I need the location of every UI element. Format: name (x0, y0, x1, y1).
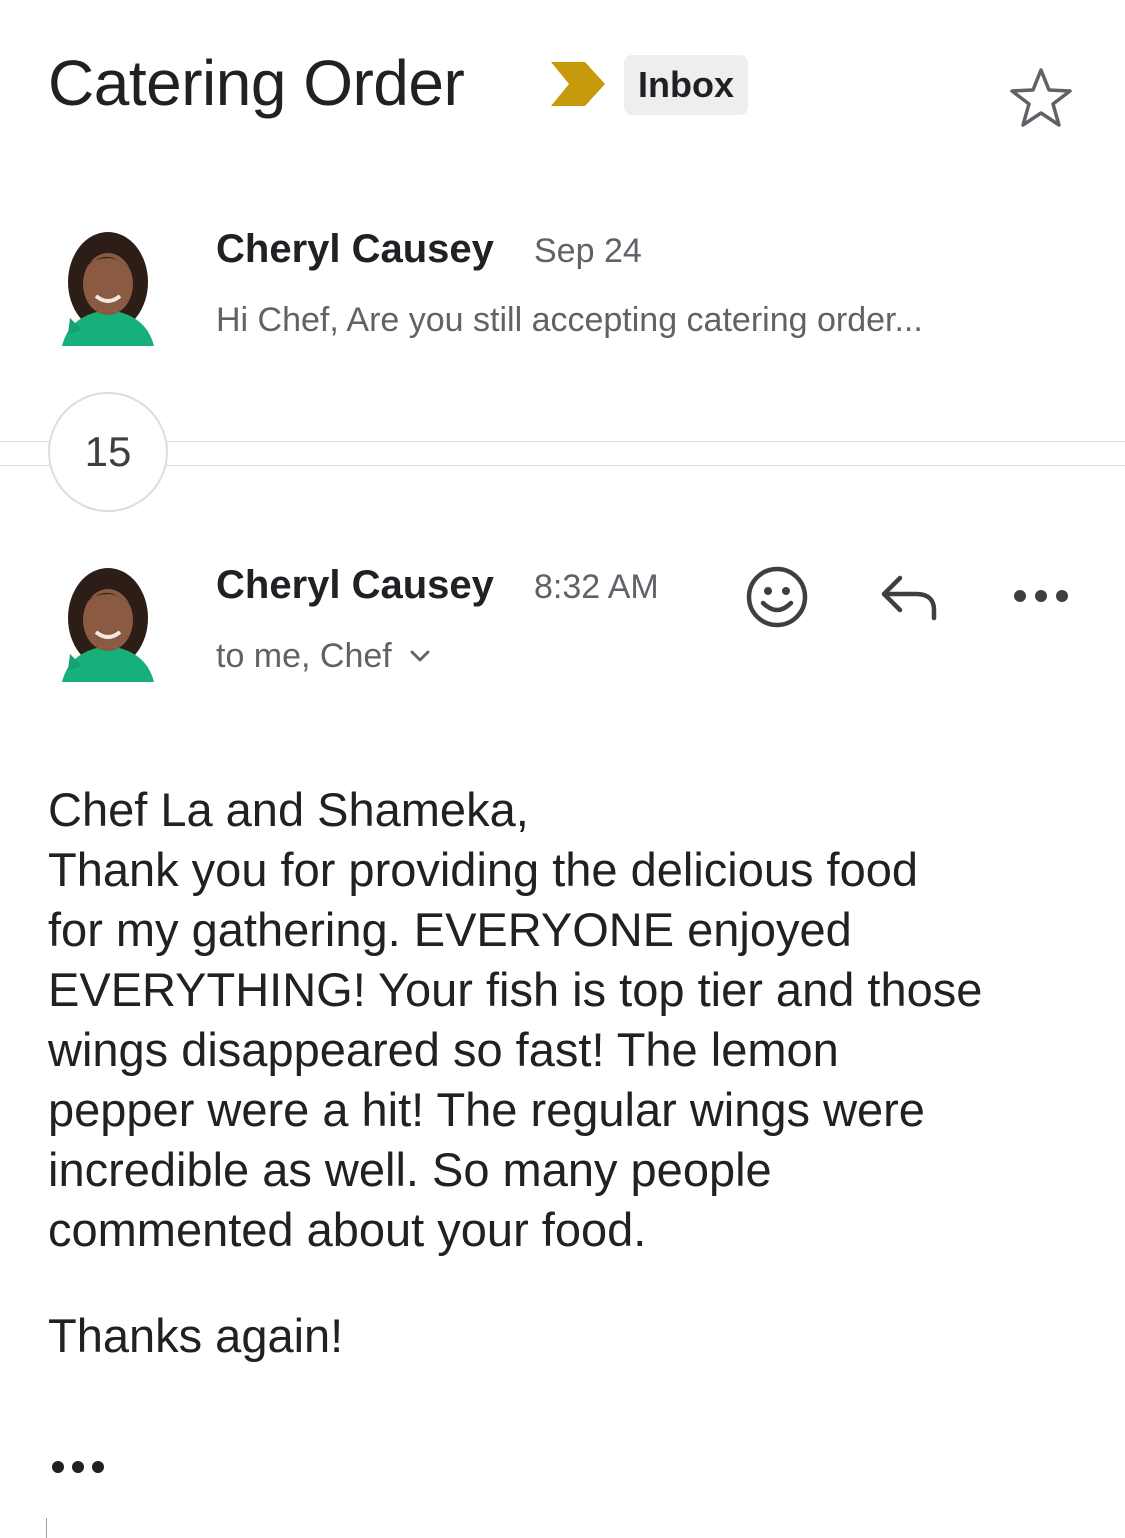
collapsed-count-label: 15 (84, 428, 132, 475)
body-line: for my gathering. EVERYONE enjoyed (48, 903, 852, 956)
first-message-sender: Cheryl Causey (216, 227, 494, 271)
star-outline-icon[interactable] (1008, 66, 1074, 130)
first-message-snippet[interactable]: Hi Chef, Are you still accepting caterin… (216, 298, 923, 342)
recipients-text: to me, Chef (216, 637, 392, 675)
body-line: Chef La and Shameka, (48, 783, 529, 836)
message-body: Chef La and Shameka, Thank you for provi… (48, 780, 1088, 1366)
body-line: Thank you for providing the delicious fo… (48, 843, 919, 896)
recipients-toggle[interactable]: to me, Chef (216, 634, 434, 678)
inbox-label-badge[interactable]: Inbox (624, 55, 748, 115)
body-line: wings disappeared so fast! The lemon (48, 1023, 839, 1076)
body-line: EVERYTHING! Your fish is top tier and th… (48, 963, 983, 1016)
importance-marker-icon[interactable] (549, 62, 605, 106)
first-message-date: Sep 24 (534, 232, 642, 270)
first-message-avatar-wrapper[interactable] (50, 222, 158, 351)
show-trimmed-content-icon[interactable] (50, 1450, 106, 1484)
reply-icon[interactable] (876, 570, 942, 624)
chevron-down-icon (410, 650, 430, 662)
divider-line-bottom (0, 465, 1125, 466)
latest-message-time: 8:32 AM (534, 568, 659, 606)
more-options-icon[interactable] (1010, 584, 1072, 608)
divider-line-top (0, 441, 1125, 442)
thread-subject: Catering Order (48, 47, 465, 119)
latest-message-avatar-wrapper[interactable] (50, 558, 158, 687)
avatar[interactable] (50, 222, 158, 346)
body-line: pepper were a hit! The regular wings wer… (48, 1083, 925, 1136)
body-line: commented about your food. (48, 1203, 647, 1256)
emoji-reaction-icon[interactable] (744, 564, 810, 630)
avatar[interactable] (50, 558, 158, 682)
collapsed-messages-count[interactable]: 15 (48, 392, 168, 512)
body-signoff: Thanks again! (48, 1309, 344, 1362)
latest-message-sender: Cheryl Causey (216, 563, 494, 607)
text-cursor (46, 1518, 47, 1538)
body-line: incredible as well. So many people (48, 1143, 772, 1196)
